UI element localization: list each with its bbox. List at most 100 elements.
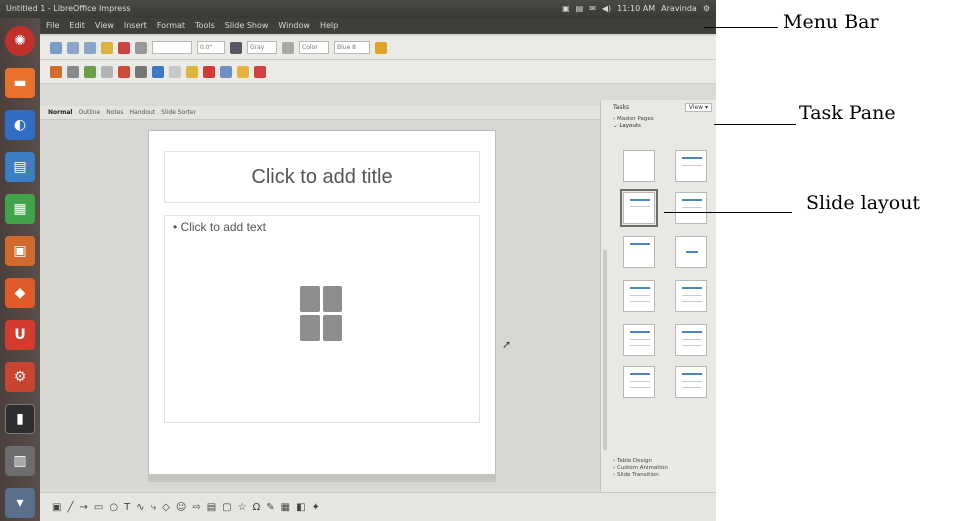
menu-file[interactable]: File	[46, 18, 59, 34]
select-icon[interactable]: ▣	[52, 502, 61, 513]
glue-points-icon[interactable]: ✦	[312, 502, 320, 513]
menu-view[interactable]: View	[95, 18, 114, 34]
clock[interactable]: 11:10 AM	[617, 0, 655, 18]
software-center-icon[interactable]: ◆	[5, 278, 35, 308]
curve-icon[interactable]: ∿	[136, 502, 144, 513]
new-icon[interactable]	[50, 41, 62, 54]
star-icon[interactable]	[237, 65, 249, 78]
symbol-shapes-icon[interactable]: ☺	[176, 502, 186, 513]
extrusion-icon[interactable]: ◧	[296, 502, 305, 513]
flowchart-icon[interactable]: ▤	[207, 502, 216, 513]
pdf-icon[interactable]	[118, 41, 130, 54]
copy-icon[interactable]	[84, 65, 96, 78]
layout-title-only[interactable]	[675, 150, 707, 182]
settings-icon[interactable]: ⚙	[703, 0, 710, 18]
ellipse-icon[interactable]: ○	[109, 502, 118, 513]
files-icon[interactable]: ▬	[5, 68, 35, 98]
tab-notes[interactable]: Notes	[106, 109, 123, 116]
firefox-icon[interactable]: ◐	[5, 110, 35, 140]
custom-animation-section[interactable]: › Custom Animation	[613, 465, 668, 472]
table-design-section[interactable]: › Table Design	[613, 458, 668, 465]
layout-title-subtitle[interactable]	[675, 192, 707, 224]
layouts-section[interactable]: ⌄ Layouts	[613, 123, 641, 129]
movie-icon[interactable]	[220, 65, 232, 78]
save-icon[interactable]	[84, 41, 96, 54]
fontwork-icon[interactable]: ✎	[266, 502, 274, 513]
color-select[interactable]: Color	[299, 41, 329, 54]
calc-icon[interactable]: ▦	[5, 194, 35, 224]
workspace-icon[interactable]: ▥	[5, 446, 35, 476]
user-name[interactable]: Aravinda	[661, 0, 697, 18]
fontwork-icon[interactable]	[186, 65, 198, 78]
insert-object-icon[interactable]	[300, 286, 342, 341]
shadow-icon[interactable]	[375, 41, 387, 54]
trash-icon[interactable]: ▾	[5, 488, 35, 518]
dash-home-icon[interactable]: ✺	[5, 26, 35, 56]
tab-handout[interactable]: Handout	[130, 109, 156, 116]
layout-blank[interactable]	[623, 150, 655, 182]
tab-slide-sorter[interactable]: Slide Sorter	[161, 109, 196, 116]
ubuntu-one-icon[interactable]: U	[5, 320, 35, 350]
system-settings-icon[interactable]: ⚙	[5, 362, 35, 392]
edit-icon[interactable]	[101, 41, 113, 54]
text-icon[interactable]: T	[124, 502, 130, 513]
task-pane-scrollbar[interactable]	[603, 250, 607, 450]
paste-icon[interactable]	[101, 65, 113, 78]
layout-centered-text[interactable]	[623, 236, 655, 268]
menu-slide-show[interactable]: Slide Show	[225, 18, 269, 34]
master-pages-section[interactable]: › Master Pages	[613, 116, 654, 122]
insert-slide-icon[interactable]	[50, 65, 62, 78]
blue-select[interactable]: Blue 8	[334, 41, 370, 54]
undo-icon[interactable]	[118, 65, 130, 78]
gallery-icon[interactable]: ▦	[281, 502, 290, 513]
tab-outline[interactable]: Outline	[78, 109, 100, 116]
special-character-icon[interactable]: Ω	[253, 502, 261, 513]
arrow-icon[interactable]: →	[79, 502, 87, 513]
layout-centered-title[interactable]	[675, 236, 707, 268]
menu-format[interactable]: Format	[157, 18, 185, 34]
layout-content-two[interactable]	[623, 324, 655, 356]
menu-help[interactable]: Help	[320, 18, 338, 34]
area-fill-select[interactable]: Gray	[247, 41, 277, 54]
insert-image-icon[interactable]	[300, 315, 320, 341]
cut-icon[interactable]	[67, 65, 79, 78]
layout-title-two-content[interactable]	[675, 280, 707, 312]
layout-six-content[interactable]	[675, 366, 707, 398]
menu-edit[interactable]: Edit	[69, 18, 85, 34]
task-pane-view-menu[interactable]: View ▾	[684, 103, 712, 112]
block-arrows-icon[interactable]: ⇨	[192, 502, 200, 513]
basic-shapes-icon[interactable]: ◇	[162, 502, 170, 513]
line-width-input[interactable]: 0.0"	[197, 41, 225, 54]
insert-table-icon[interactable]	[300, 286, 320, 312]
insert-chart-icon[interactable]	[322, 286, 342, 312]
terminal-icon[interactable]: ▮	[5, 404, 35, 434]
insert-video-icon[interactable]	[322, 315, 342, 341]
connector-icon[interactable]: ⤷	[151, 502, 157, 513]
chart-icon[interactable]	[169, 65, 181, 78]
title-placeholder[interactable]: Click to add title	[164, 151, 480, 203]
area-style-icon[interactable]	[230, 41, 242, 54]
tray-item[interactable]: ▣	[562, 0, 570, 18]
tab-normal[interactable]: Normal	[48, 109, 72, 116]
slide-transition-section[interactable]: › Slide Transition	[613, 472, 668, 479]
content-placeholder[interactable]: • Click to add text	[164, 215, 480, 423]
tray-item[interactable]: ◀)	[602, 0, 611, 18]
open-icon[interactable]	[67, 41, 79, 54]
line-icon[interactable]: ╱	[67, 502, 73, 513]
impress-icon[interactable]: ▣	[5, 236, 35, 266]
stars-icon[interactable]: ☆	[238, 502, 247, 513]
slide-canvas[interactable]: Click to add title • Click to add text	[148, 130, 496, 480]
layout-two-content-stacked[interactable]	[675, 324, 707, 356]
line-style-select[interactable]	[152, 41, 192, 54]
redo-icon[interactable]	[135, 65, 147, 78]
callouts-icon[interactable]: ▢	[222, 502, 231, 513]
horizontal-scrollbar[interactable]	[148, 474, 496, 482]
gallery-icon[interactable]	[254, 65, 266, 78]
layout-four-content[interactable]	[623, 366, 655, 398]
fill-icon[interactable]	[282, 41, 294, 54]
print-icon[interactable]	[135, 41, 147, 54]
layout-title-content[interactable]	[620, 189, 658, 227]
menu-tools[interactable]: Tools	[195, 18, 215, 34]
image-icon[interactable]	[203, 65, 215, 78]
layout-two-content[interactable]	[623, 280, 655, 312]
